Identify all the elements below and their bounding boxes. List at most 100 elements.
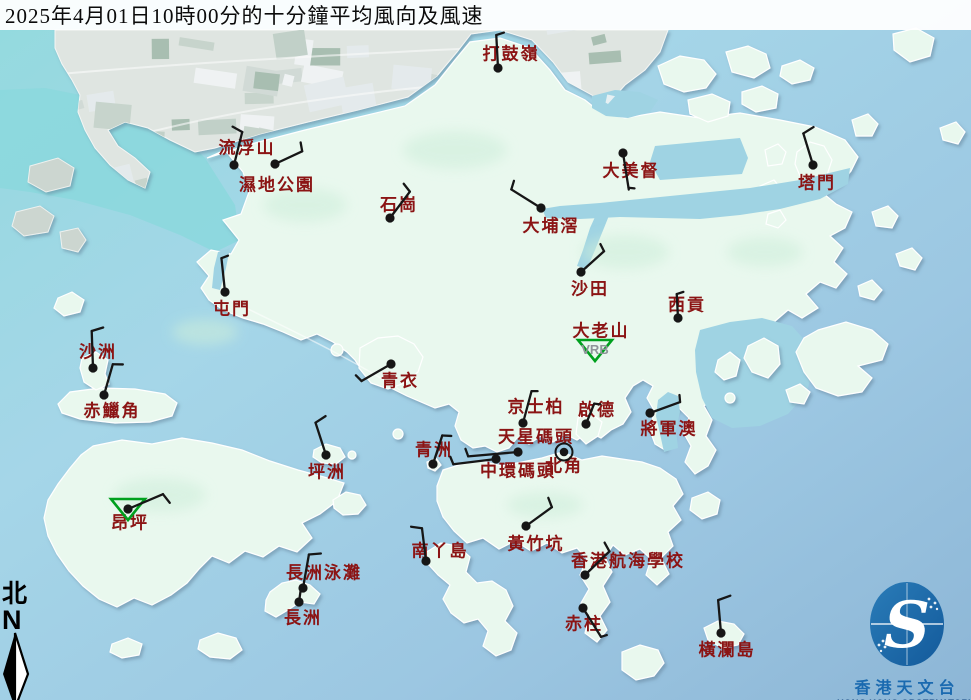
wind-barb-tick xyxy=(92,328,103,332)
svg-text:S: S xyxy=(884,588,930,663)
station-marker-sai-kung[interactable] xyxy=(673,292,683,323)
wind-barb-stem xyxy=(718,600,721,633)
wind-barb-layer: VRB xyxy=(0,0,971,700)
station-dot xyxy=(385,213,394,222)
station-marker-tai-po-kau[interactable] xyxy=(511,181,545,213)
wind-barb-tick xyxy=(511,181,514,190)
station-dot xyxy=(229,160,238,169)
wind-barb-tick xyxy=(679,395,680,402)
wind-barb-tick xyxy=(601,635,607,637)
station-marker-kai-tak[interactable] xyxy=(581,404,600,429)
station-dot xyxy=(386,359,395,368)
wind-barb-stem xyxy=(362,364,391,381)
wind-barb-stem xyxy=(128,494,163,509)
wind-barb-tick xyxy=(301,142,303,151)
station-marker-tsing-yi[interactable] xyxy=(356,359,396,381)
wind-barb-tick xyxy=(163,494,170,503)
station-dot xyxy=(645,408,654,417)
station-dot xyxy=(294,597,303,606)
station-marker-stanley[interactable] xyxy=(578,603,606,636)
station-dot xyxy=(536,203,545,212)
wind-barb-stem xyxy=(623,153,629,190)
station-marker-lau-fau-shan[interactable] xyxy=(229,127,242,170)
wind-barb-stem xyxy=(803,133,813,165)
station-dot xyxy=(491,454,500,463)
station-marker-north-point[interactable] xyxy=(556,444,573,461)
hko-name-chinese: 香港天文台 xyxy=(843,674,971,698)
station-marker-green-island[interactable] xyxy=(428,435,451,468)
station-dot xyxy=(618,148,627,157)
wind-barb-tick xyxy=(411,527,422,529)
wind-barb-tick xyxy=(496,33,504,35)
station-marker-sha-tin[interactable] xyxy=(576,244,604,276)
station-dot xyxy=(580,570,589,579)
station-dot xyxy=(673,313,682,322)
wind-barb-stem xyxy=(581,251,604,272)
wind-barb-stem xyxy=(234,132,242,165)
map-title: 2025年4月01日10時00分的十分鐘平均風向及風速 xyxy=(0,0,484,30)
wind-barb-stem xyxy=(583,608,601,637)
wind-barb-stem xyxy=(221,258,225,292)
station-dot xyxy=(716,628,725,637)
station-marker-ta-kwu-ling[interactable] xyxy=(493,33,503,73)
station-marker-tseung-kwan-o[interactable] xyxy=(645,395,680,418)
title-bar: 2025年4月01日10時00分的十分鐘平均風向及風速 xyxy=(0,0,971,30)
station-dot xyxy=(270,159,279,168)
station-dot xyxy=(99,390,108,399)
hko-logo[interactable]: S 香港天文台 HONG KONG OBSERVATORY xyxy=(843,581,971,700)
station-marker-tuen-mun[interactable] xyxy=(220,256,229,297)
station-dot xyxy=(88,363,97,372)
wind-barb-stem xyxy=(496,35,498,68)
wind-barb-stem xyxy=(303,555,309,588)
wind-barb-tick xyxy=(315,416,325,423)
station-dot xyxy=(123,504,132,513)
station-marker-wetland-park[interactable] xyxy=(270,142,302,168)
station-dot xyxy=(421,556,430,565)
wind-barb-tick xyxy=(309,553,321,554)
station-marker-kings-park[interactable] xyxy=(518,391,537,427)
wind-barb-stem xyxy=(650,402,680,413)
station-marker-shek-kong[interactable] xyxy=(385,184,409,223)
wind-barb-tick xyxy=(465,449,468,457)
wind-barb-stem xyxy=(453,459,496,464)
wind-barb-stem xyxy=(511,189,541,208)
station-dot xyxy=(428,459,437,468)
wind-barb-tick xyxy=(628,188,634,189)
wind-barb-stem xyxy=(92,331,93,368)
station-marker-wong-chuk-hang[interactable] xyxy=(521,498,551,531)
wind-barb-tick xyxy=(356,375,362,381)
station-marker-tates-cairn[interactable]: VRB xyxy=(578,340,612,361)
wind-barb-tick xyxy=(594,404,600,405)
station-marker-tap-mun[interactable] xyxy=(803,127,817,170)
wind-barb-tick xyxy=(450,457,453,464)
wind-barb-tick xyxy=(548,498,552,507)
wind-barb-tick xyxy=(600,244,604,251)
wind-map-page: 打鼓嶺流浮山濕地公園石崗屯門沙洲赤鱲角大美督塔門大埔滘沙田西貢大老山青衣京士柏啟… xyxy=(0,0,971,700)
station-marker-sea-school[interactable] xyxy=(580,543,609,580)
station-dot xyxy=(513,447,522,456)
station-dot xyxy=(321,450,330,459)
station-marker-peng-chau[interactable] xyxy=(315,416,330,459)
wind-barb-tick xyxy=(718,596,730,600)
station-marker-tai-mei-tuk[interactable] xyxy=(618,148,634,189)
station-marker-waglan-island[interactable] xyxy=(716,596,730,638)
station-marker-chek-lap-kok[interactable] xyxy=(99,364,122,399)
station-marker-lamma-island[interactable] xyxy=(411,527,431,566)
hko-logo-icon: S xyxy=(843,581,971,669)
wind-barb-tick xyxy=(605,543,610,552)
wind-barb-stem xyxy=(390,192,410,218)
north-arrow-icon xyxy=(2,632,30,700)
station-dot xyxy=(220,287,229,296)
vrb-text: VRB xyxy=(581,342,608,357)
wind-barb-stem xyxy=(585,551,609,575)
station-dot xyxy=(560,448,569,457)
station-dot xyxy=(576,267,585,276)
compass-north-letter: N xyxy=(2,608,36,632)
wind-barb-tick xyxy=(221,256,228,259)
station-marker-sha-chau[interactable] xyxy=(88,328,103,373)
wind-barb-tick xyxy=(233,127,243,132)
wind-barb-stem xyxy=(315,423,326,455)
wind-barb-stem xyxy=(526,507,552,526)
wind-barb-stem xyxy=(523,391,532,423)
station-marker-ngong-ping[interactable] xyxy=(111,494,170,520)
